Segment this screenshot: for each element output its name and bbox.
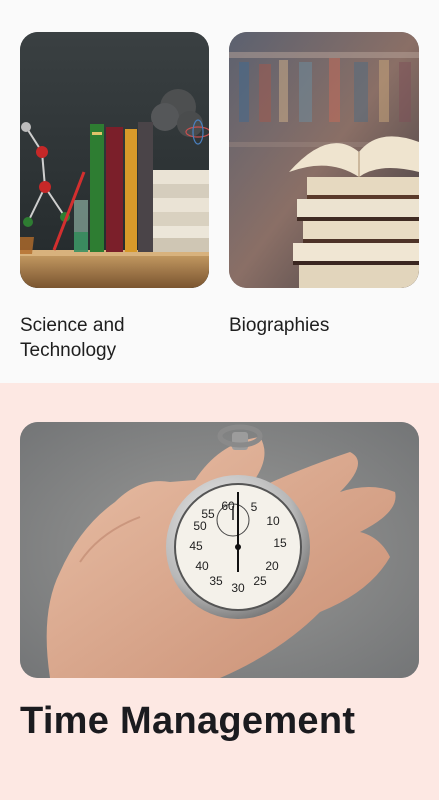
stopwatch-number: 10: [266, 514, 280, 528]
stacked-books-illustration: [229, 32, 419, 288]
featured-card-image[interactable]: 60 55 5 10 15 20 25 30 35 40 45 50: [20, 422, 419, 678]
stopwatch-number: 20: [265, 559, 279, 573]
stopwatch-number: 50: [193, 519, 207, 533]
category-label-science[interactable]: Science and Technology: [20, 313, 200, 363]
stopwatch-number: 5: [251, 500, 258, 514]
stopwatch-number: 60: [221, 499, 235, 513]
featured-title[interactable]: Time Management: [20, 700, 355, 743]
stopwatch-number: 45: [189, 539, 203, 553]
science-books-illustration: [20, 32, 209, 288]
stopwatch-number: 15: [273, 536, 287, 550]
stopwatch-number: 25: [253, 574, 267, 588]
stopwatch-in-hand-illustration: 60 55 5 10 15 20 25 30 35 40 45 50: [20, 422, 419, 678]
stopwatch-number: 35: [209, 574, 223, 588]
stopwatch-number: 30: [231, 581, 245, 595]
stopwatch-number: 40: [195, 559, 209, 573]
category-card-science-image[interactable]: [20, 32, 209, 288]
category-label-biographies[interactable]: Biographies: [229, 313, 409, 338]
category-card-biographies-image[interactable]: [229, 32, 419, 288]
